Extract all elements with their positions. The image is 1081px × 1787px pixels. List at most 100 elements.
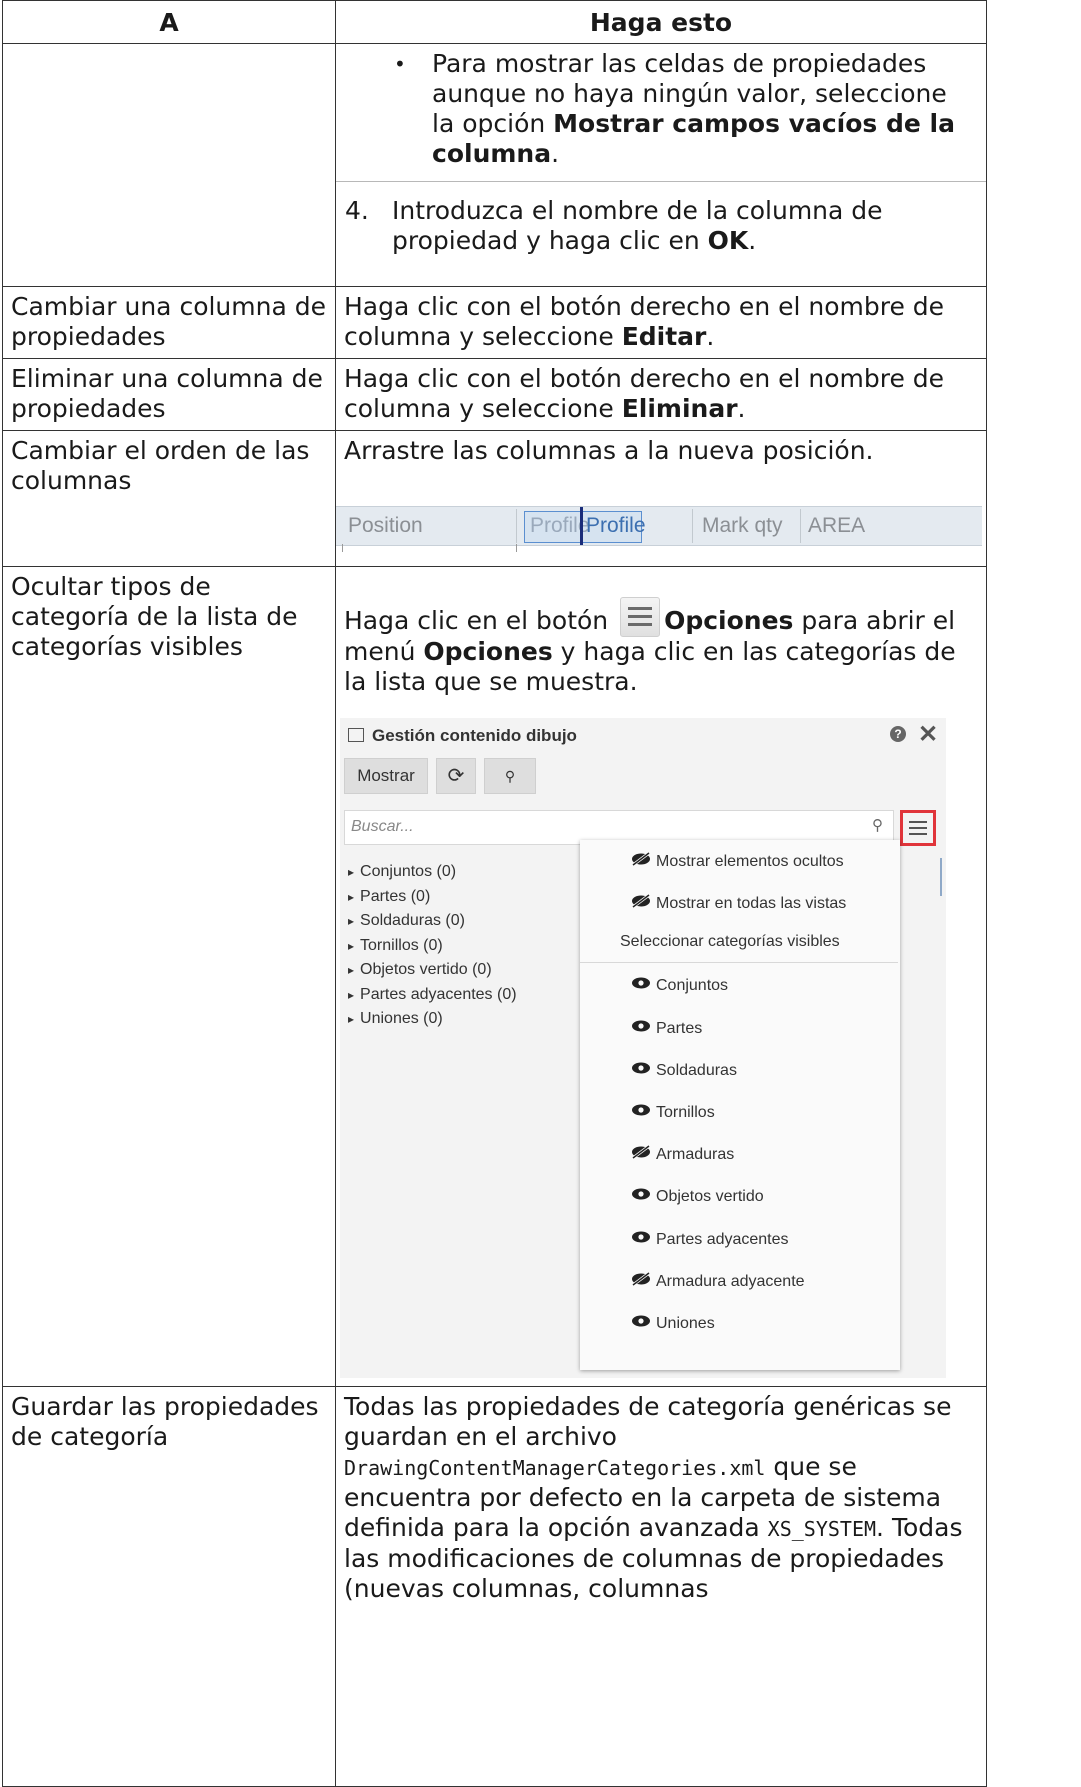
category-toggle-conjuntos[interactable]: Conjuntos [632, 977, 729, 995]
menu-item-show-all-views[interactable]: Mostrar en todas las vistas [632, 894, 847, 913]
bullet-icon: • [394, 52, 406, 76]
row-instruction: Todas las propiedades de categoría genér… [336, 1387, 986, 1610]
step-bold: OK [707, 226, 749, 255]
column-header-screenshot: Position Profile Profile Mark qty AREA [336, 488, 982, 554]
options-menu-button[interactable] [900, 810, 936, 846]
column-header-mark-qty[interactable]: Mark qty [702, 507, 783, 545]
instruction-text: Todas las propiedades de categoría genér… [344, 1392, 952, 1451]
step-item: 4. Introduzca el nombre de la columna de… [336, 182, 986, 264]
select-objects-icon[interactable]: ⚲ [484, 758, 536, 794]
eye-icon [632, 1315, 650, 1327]
eye-icon [632, 1188, 650, 1200]
category-toggle-uniones[interactable]: Uniones [632, 1315, 715, 1333]
eye-slash-icon [632, 1272, 650, 1286]
eye-icon [632, 1104, 650, 1116]
menu-item-label: Mostrar en todas las vistas [656, 895, 847, 912]
column-divider [692, 509, 693, 543]
bullet-item: • Para mostrar las celdas de propiedades… [336, 44, 986, 181]
step-text-end: . [748, 226, 757, 255]
row-label: Cambiar el orden de las columnas [11, 436, 310, 495]
show-button[interactable]: Mostrar [344, 758, 428, 794]
menu-divider [580, 962, 898, 963]
category-label: Tornillos [656, 1104, 715, 1121]
menu-item-show-hidden[interactable]: Mostrar elementos ocultos [632, 852, 844, 871]
scroll-indicator [940, 858, 942, 896]
instruction-bold: Eliminar [621, 394, 738, 423]
eye-icon [632, 977, 650, 989]
table-row: • Para mostrar las celdas de propiedades… [2, 43, 987, 287]
header-col-b: Haga esto [335, 0, 987, 44]
category-toggle-partes-adyacentes[interactable]: Partes adyacentes [632, 1231, 789, 1249]
panel-title: Gestión contenido dibujo [372, 726, 577, 745]
category-toggle-tornillos[interactable]: Tornillos [632, 1104, 715, 1122]
instruction-text: Haga clic en el botón [344, 606, 617, 635]
refresh-icon[interactable]: ⟳ [436, 758, 476, 794]
tree-item[interactable]: Partes (0) [348, 885, 517, 910]
column-divider [800, 509, 801, 543]
cell-b-steps: • Para mostrar las celdas de propiedades… [335, 43, 987, 287]
column-tick [342, 544, 343, 552]
category-toggle-objetos-vertido[interactable]: Objetos vertido [632, 1188, 764, 1206]
category-tree: Conjuntos (0) Partes (0) Soldaduras (0) … [348, 860, 517, 1032]
category-toggle-partes[interactable]: Partes [632, 1020, 703, 1038]
tree-item[interactable]: Partes adyacentes (0) [348, 983, 517, 1008]
tree-item[interactable]: Objetos vertido (0) [348, 958, 517, 983]
category-label: Armaduras [656, 1146, 735, 1163]
search-placeholder: Buscar... [351, 818, 414, 835]
column-header-position[interactable]: Position [348, 507, 423, 545]
category-toggle-soldaduras[interactable]: Soldaduras [632, 1062, 737, 1080]
category-label: Soldaduras [656, 1062, 737, 1079]
bullet-text-end: . [551, 139, 560, 168]
panel-list-icon [348, 728, 364, 742]
table-row: Cambiar el orden de las columnas Arrastr… [2, 430, 987, 567]
table-row: Eliminar una columna de propiedades Haga… [2, 358, 987, 431]
column-header-area[interactable]: AREA [808, 507, 865, 545]
drop-position-marker [580, 507, 583, 545]
help-icon[interactable]: ? [890, 726, 906, 742]
table-row: Cambiar una columna de propiedades Haga … [2, 286, 987, 359]
tree-item[interactable]: Soldaduras (0) [348, 909, 517, 934]
eye-slash-icon [632, 852, 650, 866]
menu-section-header: Seleccionar categorías visibles [620, 933, 840, 950]
instruction-bold: Opciones [664, 606, 794, 635]
options-dropdown: Mostrar elementos ocultos Mostrar en tod… [580, 840, 900, 1370]
category-label: Uniones [656, 1315, 715, 1332]
tree-item[interactable]: Conjuntos (0) [348, 860, 517, 885]
close-icon[interactable]: ✕ [918, 720, 938, 749]
column-header-bar: Position Profile Profile Mark qty AREA [336, 506, 982, 546]
tree-item[interactable]: Uniones (0) [348, 1007, 517, 1032]
instruction-bold: Opciones [423, 637, 553, 666]
category-toggle-armadura-adyacente[interactable]: Armadura adyacente [632, 1272, 805, 1291]
search-icon: ⚲ [872, 817, 883, 834]
step-number: 4. [345, 196, 369, 225]
category-label: Objetos vertido [656, 1188, 764, 1205]
row-label: Guardar las propiedades de categoría [11, 1392, 319, 1451]
instruction-text-end: . [706, 322, 715, 351]
table-header-row: A Haga esto [2, 0, 987, 44]
file-name: DrawingContentManagerCategories.xml [344, 1456, 766, 1480]
menu-item-label: Mostrar elementos ocultos [656, 853, 844, 870]
eye-icon [632, 1231, 650, 1243]
category-label: Partes [656, 1020, 703, 1037]
column-header-profile[interactable]: Profile [586, 507, 646, 545]
eye-slash-icon [632, 894, 650, 908]
row-instruction: Arrastre las columnas a la nueva posició… [344, 436, 874, 465]
eye-icon [632, 1020, 650, 1032]
eye-icon [632, 1062, 650, 1074]
cell-a-empty [2, 43, 336, 287]
instruction-bold: Editar [621, 322, 707, 351]
column-tick [516, 544, 517, 552]
category-toggle-armaduras[interactable]: Armaduras [632, 1145, 735, 1164]
column-divider [516, 509, 517, 543]
tree-item[interactable]: Tornillos (0) [348, 934, 517, 959]
category-label: Partes adyacentes [656, 1231, 789, 1248]
row-label: Eliminar una columna de propiedades [11, 364, 323, 423]
header-col-a: A [2, 0, 336, 44]
drawing-content-manager-panel: Gestión contenido dibujo ? ✕ Mostrar ⟳ ⚲… [340, 718, 946, 1378]
row-instruction: Haga clic con el botón derecho en el nom… [336, 287, 986, 358]
category-label: Armadura adyacente [656, 1273, 805, 1290]
table-row: Ocultar tipos de categoría de la lista d… [2, 566, 987, 1387]
table-row: Guardar las propiedades de categoría Tod… [2, 1386, 987, 1787]
category-label: Conjuntos [656, 977, 729, 994]
eye-slash-icon [632, 1145, 650, 1159]
